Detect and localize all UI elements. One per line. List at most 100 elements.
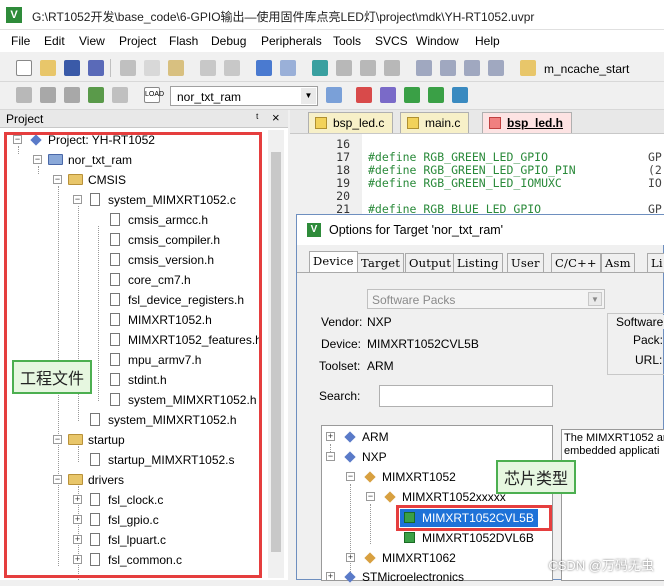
title-bar: V G:\RT1052开发\base_code\6-GPIO输出—使用固件库点亮… [0,0,664,30]
description-text: The MIMXRT1052 ar embedded applicati [564,432,664,458]
save-all-icon[interactable] [88,60,104,76]
tab-device[interactable]: Device [309,251,358,273]
undo-icon[interactable] [200,60,216,76]
menu-file[interactable]: File [11,34,30,48]
bookmark-icon[interactable] [312,60,328,76]
project-panel-title: Project [6,112,43,126]
collapse-icon[interactable]: − [366,492,375,501]
indent-icon[interactable] [416,60,432,76]
project-scrollbar[interactable] [268,130,284,578]
collapse-icon[interactable]: − [326,452,335,461]
manage-runtime-icon[interactable] [404,87,420,103]
navigate-back-icon[interactable] [256,60,272,76]
tab-listing[interactable]: Listing [453,253,503,273]
toolbar-separator [110,59,111,77]
target-select[interactable]: nor_txt_ram ▼ [170,86,318,106]
scrollbar-thumb[interactable] [271,152,281,552]
tab-bsp-led-h[interactable]: bsp_led.h [482,112,572,133]
tree-label: MIMXRT1052 [382,468,456,486]
watermark: CSDN @万码无虫 [548,555,654,574]
description-line: The MIMXRT1052 ar [564,432,664,445]
menu-view[interactable]: View [79,34,105,48]
manage-project-items-icon[interactable] [356,87,372,103]
translate-icon[interactable] [16,87,32,103]
software-packs-panel-title: Software P [615,315,664,329]
device-tree-item[interactable]: MIMXRT1052DVL6B [400,529,534,547]
tab-target[interactable]: Target [357,253,404,273]
tab-strip-divider [297,272,664,273]
select-packs-icon[interactable] [380,87,396,103]
menu-debug[interactable]: Debug [211,34,246,48]
pack-installer-icon[interactable] [428,87,444,103]
tab-user[interactable]: User [507,253,544,273]
close-icon[interactable]: × [272,110,280,125]
search-label: Search: [319,389,360,403]
code-line-tail: (2 [648,163,662,177]
tab-bsp-led-c[interactable]: bsp_led.c [308,112,393,133]
load-icon[interactable]: LOAD [144,87,160,103]
event-recorder-icon[interactable] [452,87,468,103]
code-line-tail: GP [648,150,662,164]
tree-label: STMicroelectronics [362,568,464,586]
menu-tools[interactable]: Tools [333,34,361,48]
collapse-icon[interactable]: − [346,472,355,481]
menu-edit[interactable]: Edit [44,34,65,48]
menu-svcs[interactable]: SVCS [375,34,408,48]
tree-label: ARM [362,428,389,446]
highlight-box [4,132,262,578]
tab-linker[interactable]: Li [647,253,664,273]
copy-icon[interactable] [144,60,160,76]
menu-flash[interactable]: Flash [169,34,198,48]
code-line-tail: IO [648,176,662,190]
tab-output[interactable]: Output [405,253,455,273]
next-bookmark-icon[interactable] [360,60,376,76]
uncomment-icon[interactable] [488,60,504,76]
menu-project[interactable]: Project [119,34,156,48]
chevron-down-icon[interactable]: ▼ [588,292,602,306]
redo-icon[interactable] [224,60,240,76]
expand-icon[interactable]: + [326,432,335,441]
batch-build-icon[interactable] [88,87,104,103]
comment-icon[interactable] [464,60,480,76]
function-name-field[interactable]: m_ncache_start [544,62,629,76]
pin-icon[interactable]: ᵗ [256,111,259,125]
prev-bookmark-icon[interactable] [336,60,352,76]
target-options-icon[interactable] [326,87,342,103]
open-file-icon[interactable] [40,60,56,76]
toolset-label: Toolset: [319,359,360,373]
find-in-files-icon[interactable] [520,60,536,76]
software-packs-select[interactable]: Software Packs ▼ [367,289,605,309]
tree-label: MIMXRT1052DVL6B [422,531,534,545]
keil-app-icon: V [6,7,22,23]
save-icon[interactable] [64,60,80,76]
dialog-title: Options for Target 'nor_txt_ram' [329,223,503,237]
code-line: #define RGB_GREEN_LED_IOMUXC [368,176,562,190]
annotation-chip-type: 芯片类型 [496,460,576,494]
menu-peripherals[interactable]: Peripherals [261,34,322,48]
paste-icon[interactable] [168,60,184,76]
rebuild-icon[interactable] [64,87,80,103]
line-number: 18 [290,163,350,177]
device-search-input[interactable] [379,385,553,407]
cut-icon[interactable] [120,60,136,76]
expand-icon[interactable]: + [346,553,355,562]
chip-icon [404,532,415,543]
device-label: Device: [321,337,361,351]
tab-main-c[interactable]: main.c [400,112,469,133]
keil-app-icon: V [307,223,321,237]
build-icon[interactable] [40,87,56,103]
menu-help[interactable]: Help [475,34,500,48]
tab-label: bsp_led.h [507,116,563,130]
chevron-down-icon[interactable]: ▼ [301,88,316,104]
tab-asm[interactable]: Asm [601,253,635,273]
stop-build-icon[interactable] [112,87,128,103]
navigate-forward-icon[interactable] [280,60,296,76]
clear-bookmarks-icon[interactable] [384,60,400,76]
unindent-icon[interactable] [440,60,456,76]
vendor-label: Vendor: [321,315,362,329]
code-text: #define RGB_GREEN_LED_GPIO_PIN [368,163,576,177]
software-packs-value: Software Packs [372,293,455,307]
menu-window[interactable]: Window [416,34,459,48]
tab-c-cpp[interactable]: C/C++ [551,253,601,273]
new-file-icon[interactable] [16,60,32,76]
